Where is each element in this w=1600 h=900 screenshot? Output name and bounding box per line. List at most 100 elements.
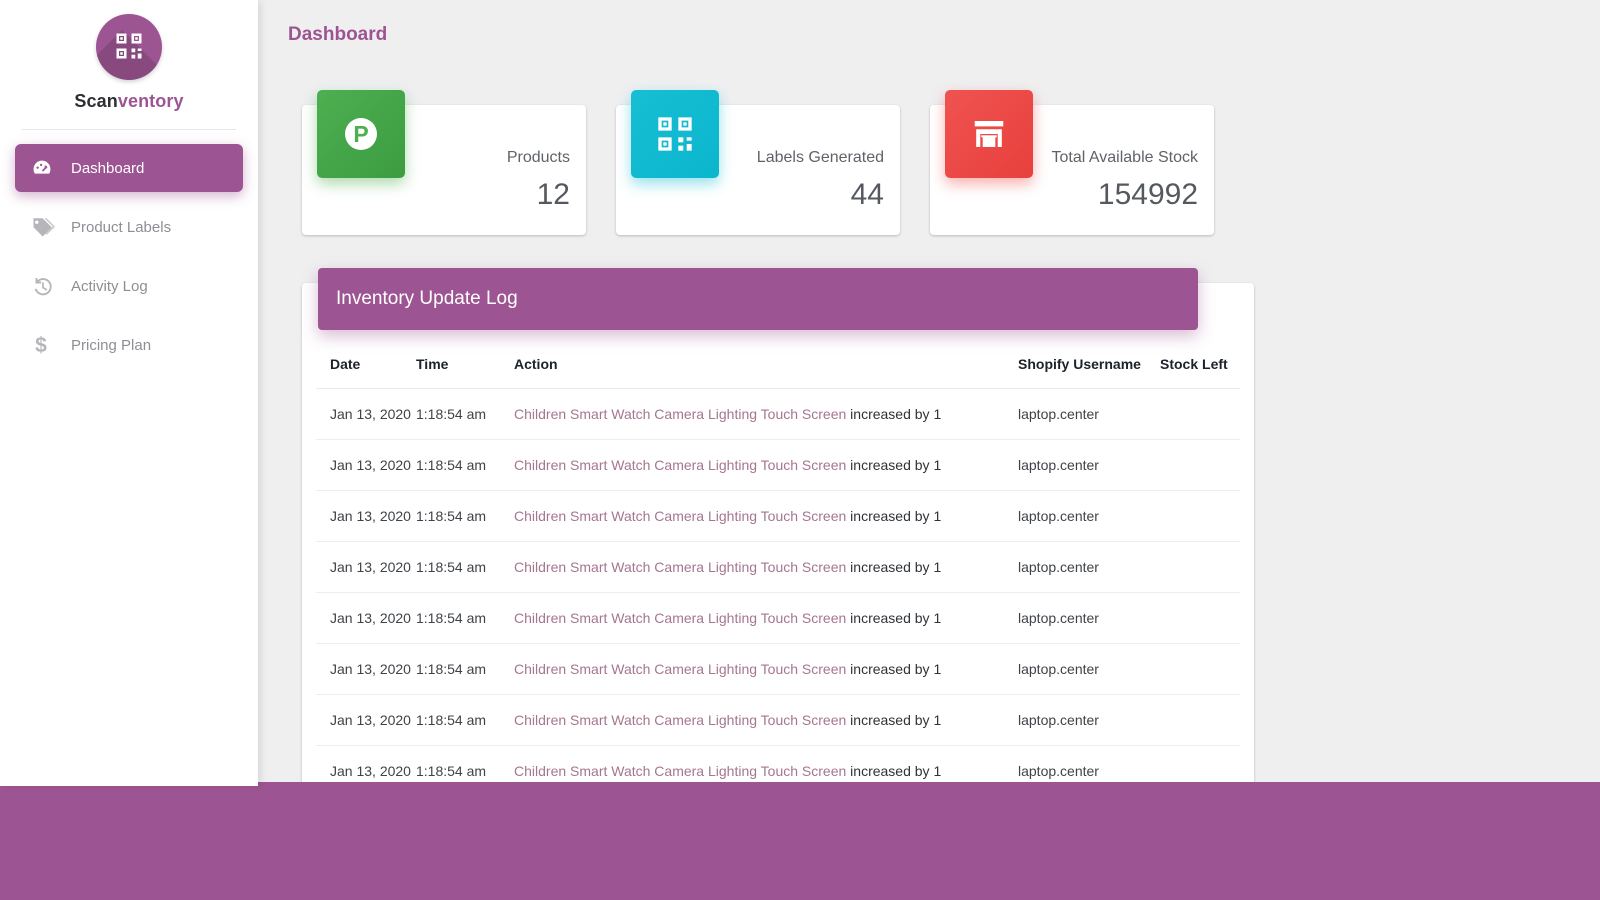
cell-date: Jan 13, 2020	[316, 491, 416, 542]
tags-icon	[31, 215, 67, 239]
action-change-text: increased by 1	[850, 610, 941, 626]
column-header-action[interactable]: Action	[514, 350, 1018, 389]
column-header-username[interactable]: Shopify Username	[1018, 350, 1160, 389]
brand-name-part1: Scan	[74, 91, 117, 111]
footer-band	[0, 782, 1600, 900]
action-product-name: Children Smart Watch Camera Lighting Tou…	[514, 763, 846, 779]
cell-time: 1:18:54 am	[416, 695, 514, 746]
cell-stock-left	[1160, 491, 1240, 542]
cell-date: Jan 13, 2020	[316, 746, 416, 787]
cell-stock-left	[1160, 695, 1240, 746]
action-product-name: Children Smart Watch Camera Lighting Tou…	[514, 406, 846, 422]
dashboard-gauge-icon	[31, 157, 67, 179]
qr-code-icon	[114, 31, 144, 61]
cell-date: Jan 13, 2020	[316, 695, 416, 746]
stat-label: Total Available Stock	[1052, 149, 1198, 167]
log-table-wrap: Date Time Action Shopify Username Stock …	[302, 283, 1254, 786]
cell-action: Children Smart Watch Camera Lighting Tou…	[514, 695, 1018, 746]
sidebar-item-activity-log[interactable]: Activity Log	[15, 262, 243, 310]
sidebar-item-label: Activity Log	[67, 278, 148, 295]
panel-title: Inventory Update Log	[336, 288, 518, 310]
cell-time: 1:18:54 am	[416, 746, 514, 787]
cell-time: 1:18:54 am	[416, 491, 514, 542]
svg-text:$: $	[35, 334, 47, 357]
action-change-text: increased by 1	[850, 661, 941, 677]
action-change-text: increased by 1	[850, 763, 941, 779]
sidebar-item-label: Pricing Plan	[67, 337, 151, 354]
stat-label: Labels Generated	[757, 149, 884, 167]
cell-username: laptop.center	[1018, 491, 1160, 542]
sidebar: Scanventory Dashboard	[0, 0, 258, 786]
cell-action: Children Smart Watch Camera Lighting Tou…	[514, 593, 1018, 644]
logo-badge	[96, 14, 162, 80]
action-product-name: Children Smart Watch Camera Lighting Tou…	[514, 712, 846, 728]
table-row[interactable]: Jan 13, 20201:18:54 amChildren Smart Wat…	[316, 542, 1240, 593]
table-row[interactable]: Jan 13, 20201:18:54 amChildren Smart Wat…	[316, 491, 1240, 542]
sidebar-nav: Dashboard Product Labels	[0, 144, 258, 369]
cell-stock-left	[1160, 644, 1240, 695]
cell-date: Jan 13, 2020	[316, 593, 416, 644]
cell-stock-left	[1160, 593, 1240, 644]
stat-label: Products	[507, 149, 570, 167]
cell-username: laptop.center	[1018, 440, 1160, 491]
column-header-date[interactable]: Date	[316, 350, 416, 389]
cell-username: laptop.center	[1018, 695, 1160, 746]
brand-name: Scanventory	[0, 91, 258, 112]
cell-time: 1:18:54 am	[416, 644, 514, 695]
table-row[interactable]: Jan 13, 20201:18:54 amChildren Smart Wat…	[316, 695, 1240, 746]
cell-date: Jan 13, 2020	[316, 542, 416, 593]
stat-value: 44	[851, 178, 884, 212]
cell-action: Children Smart Watch Camera Lighting Tou…	[514, 491, 1018, 542]
brand-block: Scanventory	[0, 0, 258, 130]
table-header-row: Date Time Action Shopify Username Stock …	[316, 350, 1240, 389]
top-bar: Dashboard	[258, 0, 1600, 72]
column-header-stock-left[interactable]: Stock Left	[1160, 350, 1240, 389]
cell-date: Jan 13, 2020	[316, 440, 416, 491]
cell-time: 1:18:54 am	[416, 542, 514, 593]
sidebar-divider	[22, 129, 236, 130]
action-product-name: Children Smart Watch Camera Lighting Tou…	[514, 610, 846, 626]
stat-value: 154992	[1098, 178, 1198, 212]
stat-value: 12	[537, 178, 570, 212]
cell-username: laptop.center	[1018, 746, 1160, 787]
history-clock-icon	[31, 275, 67, 298]
store-icon	[945, 90, 1033, 178]
action-change-text: increased by 1	[850, 508, 941, 524]
sidebar-item-pricing-plan[interactable]: $ Pricing Plan	[15, 321, 243, 369]
cell-time: 1:18:54 am	[416, 440, 514, 491]
action-product-name: Children Smart Watch Camera Lighting Tou…	[514, 457, 846, 473]
cell-stock-left	[1160, 746, 1240, 787]
table-row[interactable]: Jan 13, 20201:18:54 amChildren Smart Wat…	[316, 593, 1240, 644]
table-row[interactable]: Jan 13, 20201:18:54 amChildren Smart Wat…	[316, 644, 1240, 695]
dollar-sign-icon: $	[31, 333, 67, 357]
action-change-text: increased by 1	[850, 712, 941, 728]
cell-username: laptop.center	[1018, 593, 1160, 644]
sidebar-item-product-labels[interactable]: Product Labels	[15, 203, 243, 251]
brand-name-part2: ventory	[118, 91, 184, 111]
cell-action: Children Smart Watch Camera Lighting Tou…	[514, 440, 1018, 491]
action-change-text: increased by 1	[850, 559, 941, 575]
cell-date: Jan 13, 2020	[316, 644, 416, 695]
cell-time: 1:18:54 am	[416, 389, 514, 440]
qr-code-icon	[631, 90, 719, 178]
table-row[interactable]: Jan 13, 20201:18:54 amChildren Smart Wat…	[316, 746, 1240, 787]
cell-action: Children Smart Watch Camera Lighting Tou…	[514, 389, 1018, 440]
app-root: Scanventory Dashboard	[0, 0, 1600, 900]
sidebar-item-dashboard[interactable]: Dashboard	[15, 144, 243, 192]
table-body: Jan 13, 20201:18:54 amChildren Smart Wat…	[316, 389, 1240, 787]
action-product-name: Children Smart Watch Camera Lighting Tou…	[514, 508, 846, 524]
main-content: Dashboard P Products 12	[258, 0, 1600, 786]
table-row[interactable]: Jan 13, 20201:18:54 amChildren Smart Wat…	[316, 389, 1240, 440]
column-header-time[interactable]: Time	[416, 350, 514, 389]
sidebar-item-label: Dashboard	[67, 160, 144, 177]
action-product-name: Children Smart Watch Camera Lighting Tou…	[514, 661, 846, 677]
sidebar-item-label: Product Labels	[67, 219, 171, 236]
stat-card-total-stock: Total Available Stock 154992	[930, 105, 1214, 235]
cell-date: Jan 13, 2020	[316, 389, 416, 440]
stat-card-labels-generated: Labels Generated 44	[616, 105, 900, 235]
stat-cards: P Products 12	[302, 105, 1214, 235]
table-head: Date Time Action Shopify Username Stock …	[316, 350, 1240, 389]
cell-username: laptop.center	[1018, 644, 1160, 695]
stat-card-products: P Products 12	[302, 105, 586, 235]
table-row[interactable]: Jan 13, 20201:18:54 amChildren Smart Wat…	[316, 440, 1240, 491]
